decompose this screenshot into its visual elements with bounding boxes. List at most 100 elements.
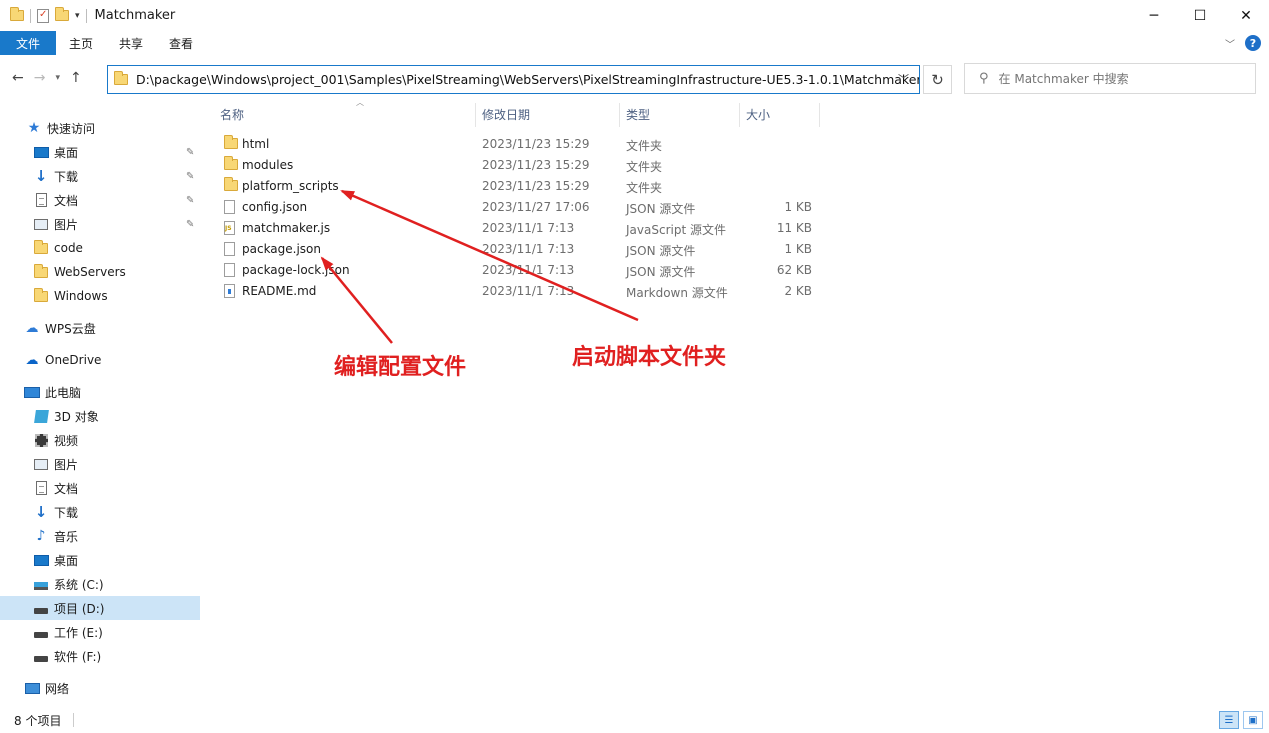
json-file-icon xyxy=(224,263,235,281)
sidebar-item-onedrive[interactable]: ☁ OneDrive xyxy=(24,348,102,372)
large-icons-view-icon[interactable]: ▣ xyxy=(1243,711,1263,729)
tab-file[interactable]: 文件 xyxy=(0,31,56,55)
sidebar-item-label: 音乐 xyxy=(54,529,79,544)
file-row[interactable]: platform_scripts 2023/11/23 15:29 文件夹 xyxy=(220,176,1020,197)
sidebar-item-network[interactable]: 网络 xyxy=(24,676,69,700)
column-header-date[interactable]: 修改日期 xyxy=(476,101,620,127)
search-input[interactable] xyxy=(998,71,1229,86)
sidebar-item-drive-e[interactable]: 工作 (E:) xyxy=(33,620,103,644)
file-type: JSON 源文件 xyxy=(626,265,696,279)
sidebar-item-label: 桌面 xyxy=(54,553,79,568)
drive-icon xyxy=(33,600,49,616)
search-box[interactable]: ⚲ xyxy=(964,63,1256,94)
sidebar-item-pc-desktop[interactable]: 桌面 xyxy=(33,548,78,572)
js-file-icon xyxy=(224,221,235,239)
videos-icon xyxy=(33,432,49,448)
refresh-button[interactable]: ↻ xyxy=(923,65,952,94)
sidebar-item-3d-objects[interactable]: 3D 对象 xyxy=(33,404,99,428)
new-folder-icon[interactable] xyxy=(55,7,69,21)
toolbar-divider xyxy=(85,8,87,23)
sidebar-item-label: 图片 xyxy=(54,217,79,232)
annotation-startup-scripts: 启动脚本文件夹 xyxy=(572,344,727,370)
file-row[interactable]: modules 2023/11/23 15:29 文件夹 xyxy=(220,155,1020,176)
sidebar-item-drive-f[interactable]: 软件 (F:) xyxy=(33,644,101,668)
sidebar-item-drive-c[interactable]: 系统 (C:) xyxy=(33,572,104,596)
tab-view[interactable]: 查看 xyxy=(156,31,206,55)
file-name: platform_scripts xyxy=(242,179,339,193)
address-history-chevron-icon[interactable]: ﹀ xyxy=(898,71,909,87)
sidebar-item-videos[interactable]: 视频 xyxy=(33,428,78,452)
recent-locations-chevron-icon[interactable]: ▾ xyxy=(55,73,60,83)
file-date: 2023/11/23 15:29 xyxy=(482,158,590,172)
close-button[interactable]: ✕ xyxy=(1223,0,1269,31)
pin-icon[interactable]: ✎ xyxy=(186,219,194,230)
address-path[interactable]: D:\package\Windows\project_001\Samples\P… xyxy=(136,72,919,87)
folder-icon xyxy=(224,156,238,173)
column-header-type[interactable]: 类型 xyxy=(620,101,740,127)
pin-icon[interactable]: ✎ xyxy=(186,195,194,206)
file-row[interactable]: matchmaker.js 2023/11/1 7:13 JavaScript … xyxy=(220,218,1020,239)
sidebar-item-windows[interactable]: Windows xyxy=(33,284,108,308)
sidebar-item-quick-access[interactable]: ★ 快速访问 xyxy=(26,116,95,140)
column-header-size[interactable]: 大小 xyxy=(740,101,820,127)
sidebar-item-webservers[interactable]: WebServers xyxy=(33,260,126,284)
sidebar-item-label: OneDrive xyxy=(45,353,102,367)
sidebar-item-documents[interactable]: 文档 ✎ xyxy=(33,188,200,212)
sidebar-item-this-pc[interactable]: 此电脑 xyxy=(24,380,81,404)
column-header-name[interactable]: ︿ 名称 xyxy=(214,98,476,127)
file-row[interactable]: package-lock.json 2023/11/1 7:13 JSON 源文… xyxy=(220,260,1020,281)
sidebar-item-code[interactable]: code xyxy=(33,236,83,260)
file-row[interactable]: html 2023/11/23 15:29 文件夹 xyxy=(220,134,1020,155)
sidebar-item-downloads[interactable]: ↓ 下载 ✎ xyxy=(33,164,200,188)
search-icon: ⚲ xyxy=(979,71,989,86)
maximize-button[interactable]: ☐ xyxy=(1177,0,1223,31)
expand-ribbon-icon[interactable]: ﹀ xyxy=(1225,36,1235,51)
status-bar: 8 个项目 ☰ ▣ xyxy=(0,707,1269,733)
details-view-icon[interactable]: ☰ xyxy=(1219,711,1239,729)
sidebar-item-music[interactable]: ♪ 音乐 xyxy=(33,524,78,548)
sort-ascending-icon: ︿ xyxy=(356,98,364,107)
sidebar-item-label: 工作 (E:) xyxy=(54,625,103,640)
sidebar-item-pc-pictures[interactable]: 图片 xyxy=(33,452,78,476)
sidebar-item-wps-cloud[interactable]: ☁ WPS云盘 xyxy=(24,316,96,340)
up-arrow-icon[interactable]: ↑ xyxy=(70,70,82,86)
file-list: ︿ 名称 修改日期 类型 大小 html 2023/11/23 15:29 文件… xyxy=(200,98,1269,707)
address-bar[interactable]: D:\package\Windows\project_001\Samples\P… xyxy=(107,65,920,94)
forward-arrow-icon[interactable]: → xyxy=(34,70,46,86)
customize-toolbar-dropdown-icon[interactable]: ▾ xyxy=(75,11,80,21)
file-date: 2023/11/23 15:29 xyxy=(482,179,590,193)
column-divider[interactable] xyxy=(819,103,820,127)
back-arrow-icon[interactable]: ← xyxy=(12,70,24,86)
download-icon: ↓ xyxy=(34,503,48,521)
item-count: 8 个项目 xyxy=(14,713,62,728)
file-size: 1 KB xyxy=(784,242,812,256)
sidebar-item-label: 视频 xyxy=(54,433,79,448)
file-name: README.md xyxy=(242,284,317,298)
markdown-file-icon xyxy=(224,284,235,302)
title-bar: ▾ Matchmaker ─ ☐ ✕ xyxy=(0,0,1269,31)
file-row[interactable]: README.md 2023/11/1 7:13 Markdown 源文件 2 … xyxy=(220,281,1020,302)
pin-icon[interactable]: ✎ xyxy=(186,147,194,158)
sidebar-item-pc-downloads[interactable]: ↓ 下载 xyxy=(33,500,78,524)
file-date: 2023/11/23 15:29 xyxy=(482,137,590,151)
document-icon xyxy=(33,192,49,208)
file-row[interactable]: package.json 2023/11/1 7:13 JSON 源文件 1 K… xyxy=(220,239,1020,260)
annotation-edit-config: 编辑配置文件 xyxy=(334,354,467,380)
pin-icon[interactable]: ✎ xyxy=(186,171,194,182)
file-name: config.json xyxy=(242,200,308,214)
drive-icon xyxy=(33,648,49,664)
folder-icon xyxy=(33,263,49,280)
tab-share[interactable]: 共享 xyxy=(106,31,156,55)
refresh-icon: ↻ xyxy=(931,70,944,89)
sidebar-item-drive-d[interactable]: 项目 (D:) xyxy=(0,596,200,620)
sidebar-item-pc-documents[interactable]: 文档 xyxy=(33,476,78,500)
tab-home[interactable]: 主页 xyxy=(56,31,106,55)
file-row[interactable]: config.json 2023/11/27 17:06 JSON 源文件 1 … xyxy=(220,197,1020,218)
file-type: JSON 源文件 xyxy=(626,202,696,216)
properties-icon[interactable] xyxy=(37,8,49,23)
music-icon: ♪ xyxy=(36,528,46,544)
minimize-button[interactable]: ─ xyxy=(1131,0,1177,31)
sidebar-item-desktop[interactable]: 桌面 ✎ xyxy=(33,140,200,164)
sidebar-item-pictures[interactable]: 图片 ✎ xyxy=(33,212,200,236)
help-icon[interactable]: ? xyxy=(1245,35,1261,51)
